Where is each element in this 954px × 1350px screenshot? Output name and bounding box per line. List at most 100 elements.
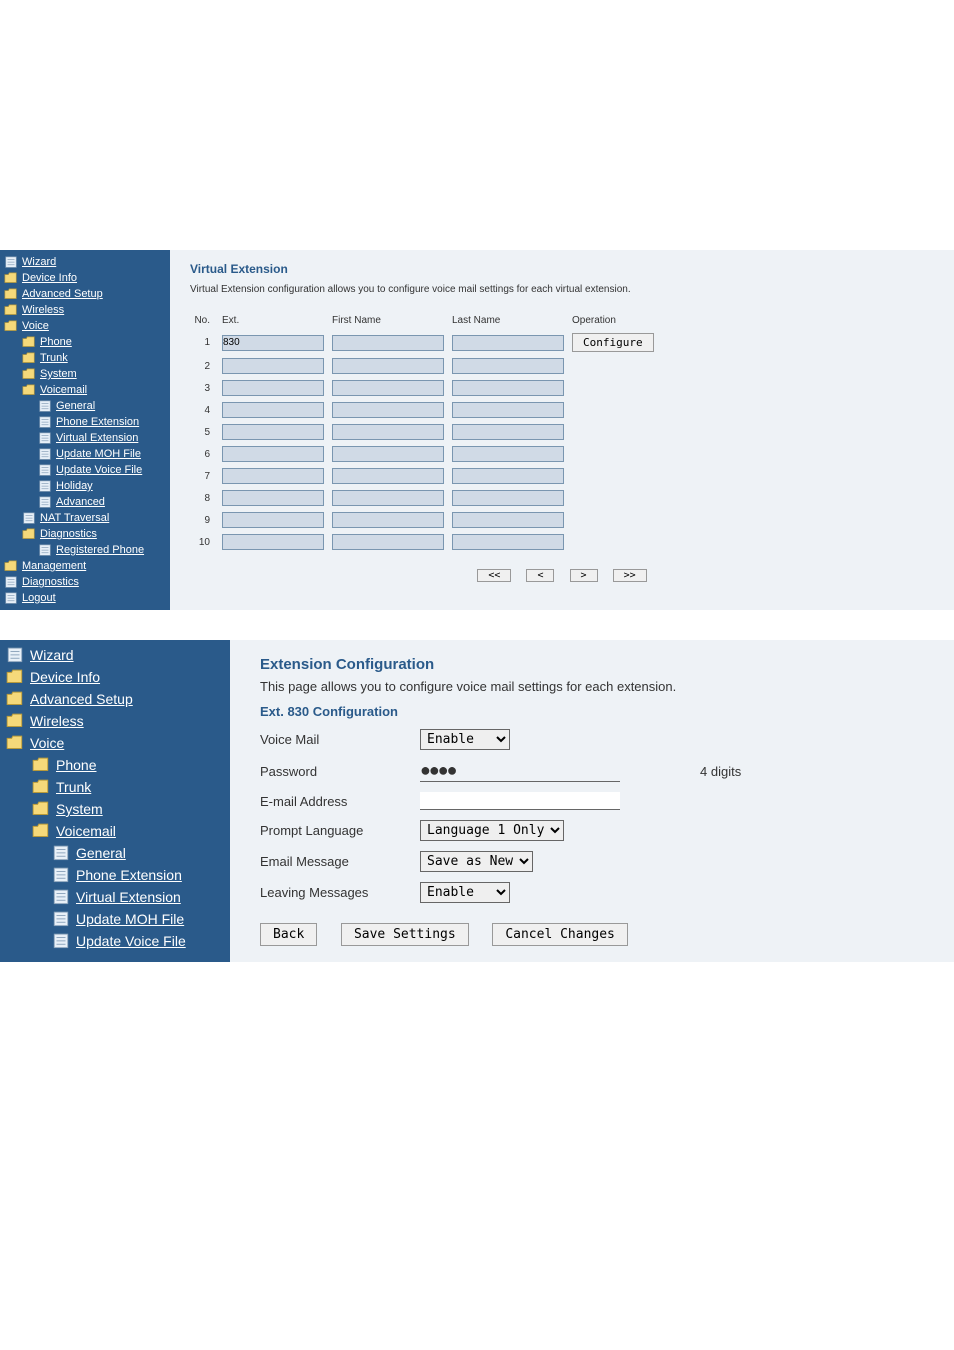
folder-icon bbox=[4, 320, 18, 332]
password-field[interactable]: ●●●● bbox=[420, 760, 620, 782]
nav-nat-traversal[interactable]: NAT Traversal bbox=[0, 510, 170, 526]
last-name-input[interactable] bbox=[452, 380, 564, 396]
pager-first-button[interactable]: << bbox=[477, 569, 511, 582]
last-name-input[interactable] bbox=[452, 512, 564, 528]
last-name-input[interactable] bbox=[452, 402, 564, 418]
nav-label: Trunk bbox=[40, 352, 68, 364]
first-name-input[interactable] bbox=[332, 380, 444, 396]
nav-wireless[interactable]: Wireless bbox=[0, 710, 230, 732]
first-name-input[interactable] bbox=[332, 468, 444, 484]
email-input[interactable] bbox=[420, 792, 620, 810]
first-name-input[interactable] bbox=[332, 490, 444, 506]
ext-input[interactable] bbox=[222, 335, 324, 351]
nav-management[interactable]: Management bbox=[0, 558, 170, 574]
table-row: 7 bbox=[190, 465, 934, 487]
first-name-input[interactable] bbox=[332, 424, 444, 440]
nav-label: Update Voice File bbox=[76, 933, 186, 949]
cancel-changes-button[interactable]: Cancel Changes bbox=[492, 923, 628, 946]
ext-input[interactable] bbox=[222, 534, 324, 550]
row-number: 4 bbox=[190, 399, 218, 421]
nav-diagnostics[interactable]: Diagnostics bbox=[0, 526, 170, 542]
table-row: 9 bbox=[190, 509, 934, 531]
folder-icon bbox=[32, 801, 50, 817]
nav-label: Wireless bbox=[30, 713, 84, 729]
pager-next-button[interactable]: > bbox=[570, 569, 598, 582]
nav-phone[interactable]: Phone bbox=[0, 334, 170, 350]
nav-advanced-setup[interactable]: Advanced Setup bbox=[0, 688, 230, 710]
nav-label: Management bbox=[22, 560, 86, 572]
nav-device-info[interactable]: Device Info bbox=[0, 270, 170, 286]
nav-logout[interactable]: Logout bbox=[0, 590, 170, 606]
pager-last-button[interactable]: >> bbox=[613, 569, 647, 582]
table-row: 6 bbox=[190, 443, 934, 465]
voicemail-select[interactable]: Enable bbox=[420, 729, 510, 750]
nav-voicemail[interactable]: Voicemail bbox=[0, 820, 230, 842]
first-name-input[interactable] bbox=[332, 358, 444, 374]
save-settings-button[interactable]: Save Settings bbox=[341, 923, 469, 946]
nav-device-info[interactable]: Device Info bbox=[0, 666, 230, 688]
nav-wizard[interactable]: Wizard bbox=[0, 644, 230, 666]
configure-button[interactable]: Configure bbox=[572, 333, 654, 352]
last-name-input[interactable] bbox=[452, 335, 564, 351]
folder-icon bbox=[4, 272, 18, 284]
ext-input[interactable] bbox=[222, 468, 324, 484]
nav-wizard[interactable]: Wizard bbox=[0, 254, 170, 270]
first-name-input[interactable] bbox=[332, 335, 444, 351]
nav-diagnostics[interactable]: Diagnostics bbox=[0, 574, 170, 590]
nav-update-voice-file[interactable]: Update Voice File bbox=[0, 462, 170, 478]
prompt-language-select[interactable]: Language 1 Only bbox=[420, 820, 564, 841]
page-icon bbox=[38, 544, 52, 556]
nav-system[interactable]: System bbox=[0, 366, 170, 382]
nav-voice[interactable]: Voice bbox=[0, 732, 230, 754]
nav-trunk[interactable]: Trunk bbox=[0, 350, 170, 366]
ext-input[interactable] bbox=[222, 358, 324, 374]
first-name-input[interactable] bbox=[332, 534, 444, 550]
ext-input[interactable] bbox=[222, 490, 324, 506]
ext-input[interactable] bbox=[222, 512, 324, 528]
ext-input[interactable] bbox=[222, 402, 324, 418]
back-button[interactable]: Back bbox=[260, 923, 317, 946]
nav-general[interactable]: General bbox=[0, 842, 230, 864]
pager-prev-button[interactable]: < bbox=[526, 569, 554, 582]
last-name-input[interactable] bbox=[452, 490, 564, 506]
first-name-input[interactable] bbox=[332, 512, 444, 528]
nav-voicemail[interactable]: Voicemail bbox=[0, 382, 170, 398]
first-name-input[interactable] bbox=[332, 446, 444, 462]
sidebar-nav: WizardDevice InfoAdvanced Setup Wireless V… bbox=[0, 640, 230, 962]
first-name-input[interactable] bbox=[332, 402, 444, 418]
folder-icon bbox=[32, 779, 50, 795]
ext-input[interactable] bbox=[222, 446, 324, 462]
nav-wireless[interactable]: Wireless bbox=[0, 302, 170, 318]
nav-holiday[interactable]: Holiday bbox=[0, 478, 170, 494]
page-title: Virtual Extension bbox=[190, 262, 934, 276]
last-name-input[interactable] bbox=[452, 446, 564, 462]
nav-voice[interactable]: Voice bbox=[0, 318, 170, 334]
nav-registered-phone[interactable]: Registered Phone bbox=[0, 542, 170, 558]
nav-virtual-extension[interactable]: Virtual Extension bbox=[0, 430, 170, 446]
email-message-select[interactable]: Save as New bbox=[420, 851, 533, 872]
nav-update-voice-file[interactable]: Update Voice File bbox=[0, 930, 230, 952]
page-icon bbox=[52, 889, 70, 905]
nav-trunk[interactable]: Trunk bbox=[0, 776, 230, 798]
last-name-input[interactable] bbox=[452, 424, 564, 440]
last-name-input[interactable] bbox=[452, 534, 564, 550]
nav-label: Voicemail bbox=[56, 823, 116, 839]
nav-phone-extension[interactable]: Phone Extension bbox=[0, 864, 230, 886]
nav-advanced[interactable]: Advanced bbox=[0, 494, 170, 510]
ext-input[interactable] bbox=[222, 424, 324, 440]
ext-input[interactable] bbox=[222, 380, 324, 396]
nav-system[interactable]: System bbox=[0, 798, 230, 820]
leaving-messages-select[interactable]: Enable bbox=[420, 882, 510, 903]
folder-icon bbox=[4, 288, 18, 300]
nav-label: Wizard bbox=[22, 256, 56, 268]
nav-update-moh-file[interactable]: Update MOH File bbox=[0, 446, 170, 462]
nav-virtual-extension[interactable]: Virtual Extension bbox=[0, 886, 230, 908]
nav-update-moh-file[interactable]: Update MOH File bbox=[0, 908, 230, 930]
nav-phone[interactable]: Phone bbox=[0, 754, 230, 776]
nav-advanced-setup[interactable]: Advanced Setup bbox=[0, 286, 170, 302]
last-name-input[interactable] bbox=[452, 468, 564, 484]
last-name-input[interactable] bbox=[452, 358, 564, 374]
nav-general[interactable]: General bbox=[0, 398, 170, 414]
nav-phone-extension[interactable]: Phone Extension bbox=[0, 414, 170, 430]
page-icon bbox=[4, 576, 18, 588]
